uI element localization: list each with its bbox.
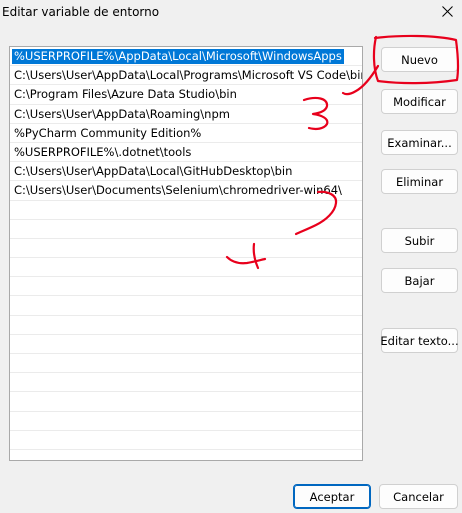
close-icon [441,5,453,17]
list-item-text: C:\Users\User\AppData\Local\GitHubDeskto… [14,164,293,179]
list-item[interactable]: C:\Users\User\AppData\Roaming\npm [10,105,362,124]
edit-button[interactable]: Modificar [381,89,458,114]
edit-text-button[interactable]: Editar texto... [380,328,459,353]
list-item-text: C:\Program Files\Azure Data Studio\bin [14,87,237,102]
list-item[interactable]: %PyCharm Community Edition% [10,124,362,143]
ok-button[interactable]: Aceptar [293,484,371,509]
empty-list-row[interactable] [10,335,362,354]
list-item-text: C:\Users\User\Documents\Selenium\chromed… [14,183,342,198]
cancel-button[interactable]: Cancelar [379,484,458,509]
browse-button[interactable]: Examinar... [381,130,458,155]
list-item-text: %USERPROFILE%\.dotnet\tools [14,144,192,159]
empty-list-row[interactable] [10,373,362,393]
empty-list-row[interactable] [10,201,362,220]
delete-button[interactable]: Eliminar [381,169,458,194]
close-button[interactable] [436,0,458,22]
empty-list-row[interactable] [10,354,362,374]
list-item[interactable]: %USERPROFILE%\.dotnet\tools [10,143,362,163]
empty-list-row[interactable] [10,412,362,431]
edit-env-variable-dialog: Editar variable de entorno %USERPROFILE%… [0,0,462,513]
move-up-button[interactable]: Subir [381,228,458,253]
empty-list-row[interactable] [10,316,362,335]
title-bar: Editar variable de entorno [0,0,462,24]
list-item[interactable]: C:\Users\User\AppData\Local\GitHubDeskto… [10,162,362,182]
list-item-text: C:\Users\User\AppData\Roaming\npm [14,106,230,121]
empty-list-row[interactable] [10,258,362,278]
new-button[interactable]: Nuevo [381,47,458,72]
empty-list-row[interactable] [10,239,362,259]
empty-list-row[interactable] [10,220,362,239]
move-down-button[interactable]: Bajar [381,268,458,293]
empty-list-row[interactable] [10,296,362,316]
list-item[interactable]: %USERPROFILE%\AppData\Local\Microsoft\Wi… [10,47,362,67]
list-item[interactable]: C:\Program Files\Azure Data Studio\bin [10,85,362,105]
empty-list-row[interactable] [10,392,362,412]
list-item-text: %USERPROFILE%\AppData\Local\Microsoft\Wi… [12,49,344,64]
list-item-text: %PyCharm Community Edition% [14,125,202,140]
list-item-text: C:\Users\User\AppData\Local\Programs\Mic… [14,68,362,83]
empty-list-row[interactable] [10,431,362,450]
dialog-title: Editar variable de entorno [2,5,160,19]
empty-list-row[interactable] [10,450,362,460]
list-item[interactable]: C:\Users\User\Documents\Selenium\chromed… [10,181,362,201]
empty-list-row[interactable] [10,277,362,297]
list-item[interactable]: C:\Users\User\AppData\Local\Programs\Mic… [10,66,362,86]
path-list[interactable]: %USERPROFILE%\AppData\Local\Microsoft\Wi… [9,46,363,461]
